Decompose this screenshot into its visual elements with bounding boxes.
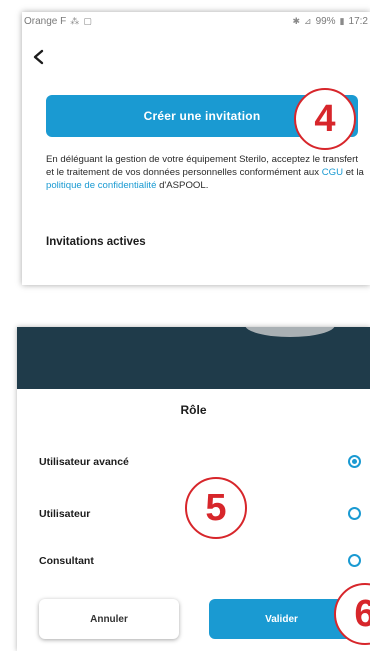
radio-selected-icon[interactable] (348, 455, 361, 468)
step-marker-5: 5 (185, 477, 247, 539)
role-sheet-title: Rôle (180, 403, 207, 417)
dimmed-background (17, 327, 370, 389)
chevron-left-icon (33, 49, 44, 65)
role-label: Consultant (39, 555, 94, 567)
back-button[interactable] (28, 46, 50, 68)
battery-icon: ▮ (339, 16, 345, 26)
consent-text-part3: et la (343, 167, 364, 178)
signal-icon: ⊿ (304, 16, 312, 26)
status-bar: Orange F ⁂ ▢ ✱ ⊿ 99% ▮ 17:2 (22, 12, 370, 34)
role-selection-screen: Rôle Utilisateur avancé Utilisateur Cons… (17, 327, 370, 651)
radio-unselected-icon[interactable] (348, 507, 361, 520)
role-label: Utilisateur avancé (39, 456, 129, 468)
cancel-label: Annuler (90, 613, 128, 625)
invitations-screen: Orange F ⁂ ▢ ✱ ⊿ 99% ▮ 17:2 Créer une in… (22, 12, 370, 285)
bluetooth-icon: ✱ (292, 16, 301, 26)
consent-text-part4: d'ASPOOL. (156, 180, 209, 191)
role-option-consultant[interactable]: Consultant (17, 551, 370, 573)
role-label: Utilisateur (39, 508, 91, 520)
create-invitation-label: Créer une invitation (143, 109, 261, 123)
cgu-link[interactable]: CGU (322, 167, 343, 178)
consent-text-part1: En déléguant la gestion de votre équipem… (46, 154, 267, 165)
radio-unselected-icon[interactable] (348, 554, 361, 567)
role-option-advanced-user[interactable]: Utilisateur avancé (17, 452, 370, 474)
active-invitations-title: Invitations actives (46, 236, 146, 248)
validate-button[interactable]: Valider (209, 599, 354, 639)
clock: 17:2 (348, 16, 368, 27)
privacy-policy-link[interactable]: politique de confidentialité (46, 180, 156, 191)
step-marker-4: 4 (294, 88, 356, 150)
battery-level: 99% (315, 16, 336, 27)
validate-label: Valider (265, 613, 298, 625)
background-shape (245, 327, 335, 337)
dialog-actions: Annuler Valider (17, 599, 370, 643)
carrier-name: Orange F (24, 16, 67, 27)
consent-text: En déléguant la gestion de votre équipem… (46, 153, 366, 192)
cancel-button[interactable]: Annuler (39, 599, 179, 639)
notification-icon: ⁂ (70, 16, 80, 26)
screenshot-icon: ▢ (83, 16, 92, 26)
